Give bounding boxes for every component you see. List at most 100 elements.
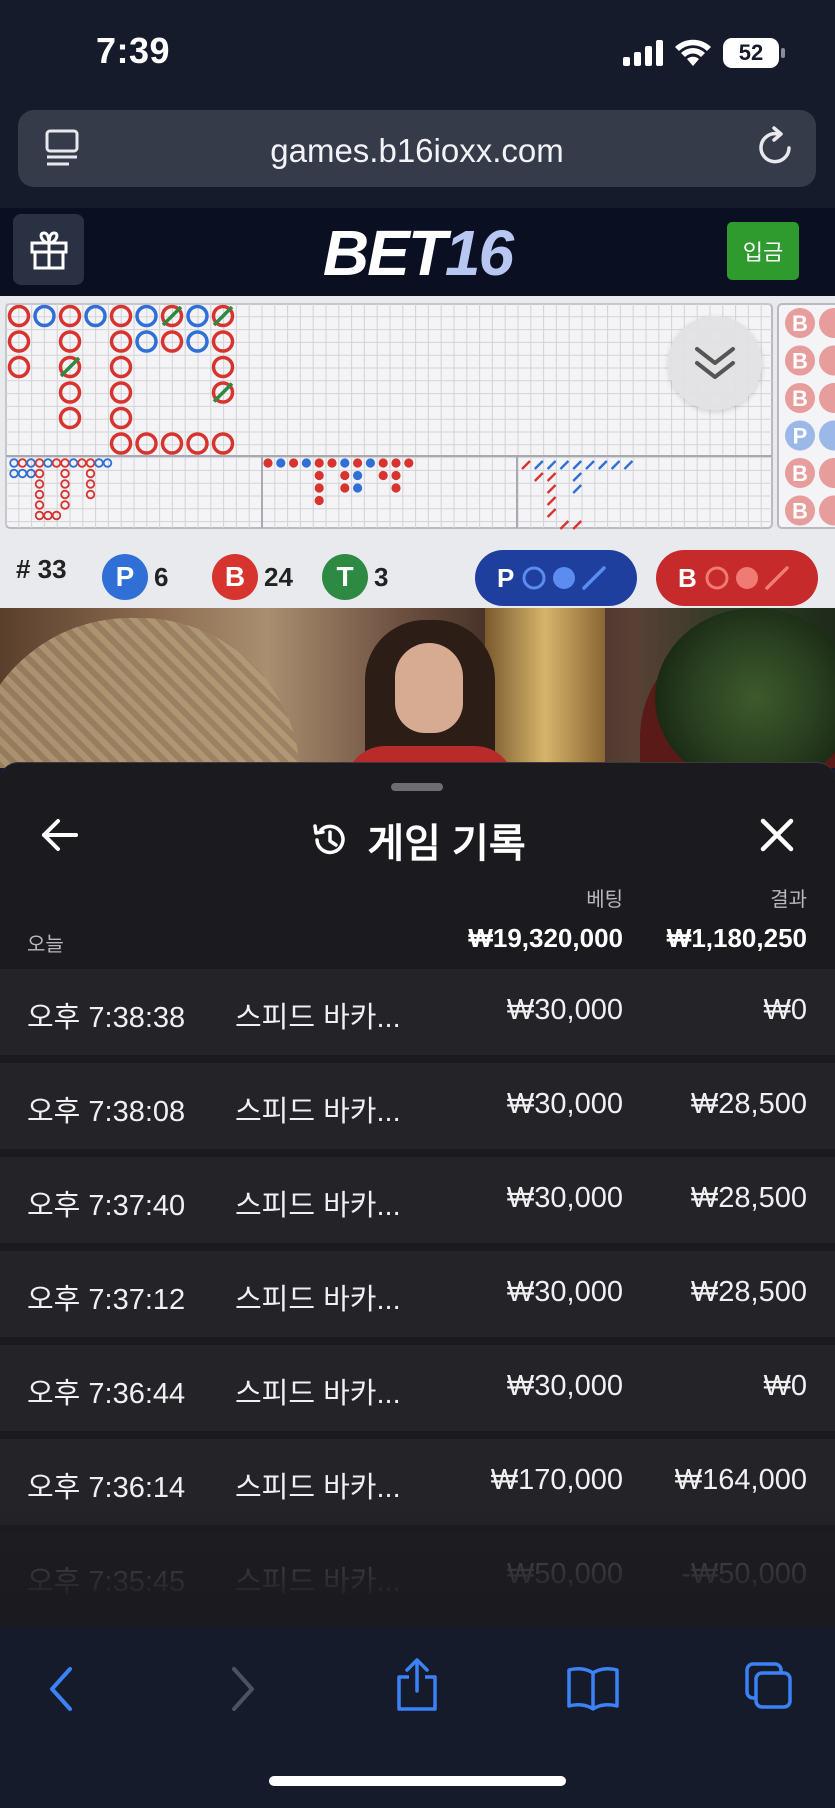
banker-marker <box>391 458 401 468</box>
history-time: 오후 7:38:08 <box>27 1096 186 1128</box>
address-bar[interactable]: games.b16ioxx.com <box>18 110 816 187</box>
history-row[interactable]: 오후 7:38:38 스피드 바카... ₩30,000 ₩0 <box>0 969 835 1055</box>
history-row[interactable]: 오후 7:37:40 스피드 바카... ₩30,000 ₩28,500 <box>0 1157 835 1243</box>
banker-marker <box>404 458 414 468</box>
history-result-amount: ₩0 <box>763 1370 808 1402</box>
banker-predict-label: B <box>678 562 697 593</box>
banker-marker <box>378 470 388 481</box>
dealer-face <box>395 643 463 733</box>
wifi-icon <box>675 39 711 66</box>
player-count: P 6 <box>102 554 168 600</box>
history-bet-amount: ₩30,000 <box>506 994 623 1026</box>
bet16-logo: BET16 <box>322 217 514 289</box>
banker-marker <box>289 458 299 468</box>
history-game-name: 스피드 바카... <box>235 1096 401 1128</box>
history-result-amount: ₩28,500 <box>690 1182 807 1214</box>
side-column-label: B <box>792 461 808 486</box>
history-result-amount: ₩0 <box>763 994 808 1026</box>
banker-predict-icons <box>705 566 789 590</box>
status-bar: 7:39 52 <box>0 0 835 110</box>
total-bet: ₩19,320,000 <box>468 923 623 953</box>
sheet-header: 게임 기록 <box>0 803 835 883</box>
player-marker <box>276 458 286 468</box>
history-bet-amount: ₩30,000 <box>506 1088 623 1120</box>
bookmarks-icon[interactable] <box>566 1665 620 1711</box>
history-time: 오후 7:38:38 <box>27 1002 186 1034</box>
close-icon <box>760 818 794 852</box>
sheet-title-text: 게임 기록 <box>367 822 526 866</box>
banker-chip: B <box>212 554 258 600</box>
video-background-arch <box>0 618 300 768</box>
side-column-label: B <box>792 349 808 374</box>
history-result-amount: ₩28,500 <box>690 1088 807 1120</box>
tabs-icon[interactable] <box>744 1661 794 1711</box>
banker-marker <box>263 458 273 468</box>
side-column-label: P <box>793 424 808 449</box>
side-column-label: B <box>792 311 808 336</box>
banker-marker <box>340 483 350 493</box>
share-icon[interactable] <box>394 1657 440 1713</box>
sheet-title: 게임 기록 <box>0 811 835 869</box>
tie-count-value: 3 <box>374 561 389 592</box>
status-time: 7:39 <box>96 30 171 71</box>
history-bet-amount: ₩30,000 <box>506 1182 623 1214</box>
deposit-button[interactable]: 입금 <box>727 222 799 280</box>
today-label: 오늘 <box>27 934 64 956</box>
history-result-amount: ₩164,000 <box>674 1464 807 1496</box>
history-time: 오후 7:36:14 <box>27 1472 186 1504</box>
chevron-double-down-icon <box>695 347 735 379</box>
history-bet-amount: ₩30,000 <box>506 1370 623 1402</box>
history-bet-amount: ₩30,000 <box>506 1276 623 1308</box>
history-game-name: 스피드 바카... <box>235 1378 401 1410</box>
player-predict-button[interactable]: P <box>475 550 637 606</box>
history-time: 오후 7:37:12 <box>27 1284 186 1316</box>
banker-predict-button[interactable]: B <box>656 550 818 606</box>
battery-icon: 52 <box>723 38 785 68</box>
back-nav-icon[interactable] <box>46 1665 76 1713</box>
history-row[interactable]: 오후 7:36:44 스피드 바카... ₩30,000 ₩0 <box>0 1345 835 1431</box>
tie-count: T 3 <box>322 554 388 600</box>
reload-icon[interactable] <box>756 126 796 168</box>
cellular-signal-icon <box>623 40 663 66</box>
forward-nav-icon[interactable] <box>228 1665 258 1713</box>
history-result-amount: ₩28,500 <box>690 1276 807 1308</box>
hand-count: # 33 <box>16 554 67 584</box>
history-game-name: 스피드 바카... <box>235 1472 401 1504</box>
player-marker <box>353 470 363 481</box>
status-icons: 52 <box>623 38 785 68</box>
side-column-frame <box>777 303 835 529</box>
history-row[interactable]: 오후 7:38:08 스피드 바카... ₩30,000 ₩28,500 <box>0 1063 835 1149</box>
banker-count: B 24 <box>212 554 293 600</box>
browser-toolbar <box>0 1627 835 1808</box>
banker-marker <box>378 458 388 468</box>
history-game-name: 스피드 바카... <box>235 1190 401 1222</box>
player-chip: P <box>102 554 148 600</box>
bet-column-header: 베팅 <box>586 889 623 911</box>
live-dealer-video[interactable] <box>0 608 835 768</box>
tie-chip: T <box>322 554 368 600</box>
collapse-roadmap-button[interactable] <box>668 316 762 410</box>
history-row[interactable]: 오후 7:37:12 스피드 바카... ₩30,000 ₩28,500 <box>0 1251 835 1337</box>
list-fade-overlay <box>0 1507 835 1627</box>
banker-marker <box>314 483 324 493</box>
banker-marker <box>391 483 401 493</box>
banker-marker <box>314 458 324 468</box>
banker-marker <box>353 458 363 468</box>
close-button[interactable] <box>759 817 795 858</box>
player-predict-icons <box>522 566 607 590</box>
history-game-name: 스피드 바카... <box>235 1002 401 1034</box>
home-indicator[interactable] <box>269 1776 566 1786</box>
player-predict-label: P <box>497 562 515 593</box>
roadmap-stats: # 33 P 6 B 24 T 3 P B <box>0 538 835 608</box>
sheet-grabber[interactable] <box>391 783 443 791</box>
game-history-sheet: 게임 기록 베팅 결과 오늘 ₩19,320,000 ₩1,180,250 오후… <box>0 762 835 1627</box>
side-column-label: B <box>792 499 808 524</box>
banker-marker <box>327 458 337 468</box>
banker-marker <box>314 470 324 481</box>
baccarat-roadmap: BBBPBB # 33 P 6 B 24 T 3 P B <box>0 296 835 608</box>
browser-address-area: games.b16ioxx.com <box>0 100 835 208</box>
result-column-header: 결과 <box>770 889 807 911</box>
history-game-name: 스피드 바카... <box>235 1284 401 1316</box>
history-time: 오후 7:37:40 <box>27 1190 186 1222</box>
player-marker <box>353 483 363 493</box>
